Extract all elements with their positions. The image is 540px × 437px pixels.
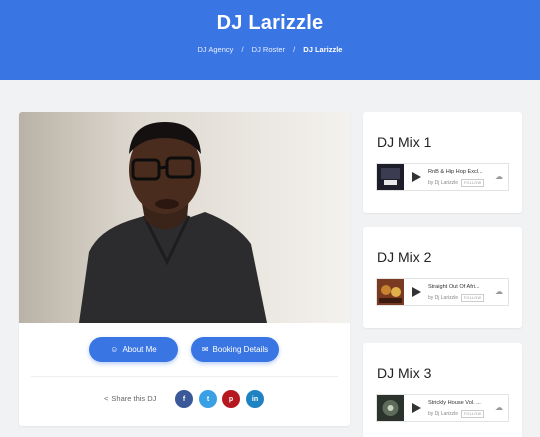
page-title: DJ Larizzle: [216, 12, 324, 34]
page-header: DJ Larizzle DJ Agency / DJ Roster / DJ L…: [0, 0, 540, 80]
soundcloud-icon[interactable]: ☁: [495, 403, 503, 412]
linkedin-icon: in: [251, 395, 259, 403]
dj-photo: [19, 112, 350, 323]
soundcloud-player[interactable]: RnB & Hip Hop Excl... by Dj Larizzle FOL…: [376, 163, 509, 191]
track-title[interactable]: Straight Out Of Afri...: [428, 284, 480, 290]
track-title[interactable]: RnB & Hip Hop Excl...: [428, 169, 483, 175]
follow-button[interactable]: FOLLOW: [461, 410, 485, 418]
track-title[interactable]: Strickly House Vol. ...: [428, 400, 481, 406]
artist-name[interactable]: by Dj Larizzle: [428, 295, 458, 301]
facebook-share-button[interactable]: f: [175, 390, 193, 408]
mix-artwork: [377, 395, 404, 421]
divider: [31, 376, 338, 377]
mix-card-3: DJ Mix 3 Strickly House Vol. ... by Dj L…: [363, 343, 522, 437]
artist-name[interactable]: by Dj Larizzle: [428, 180, 458, 186]
share-label: < Share this DJ: [104, 394, 156, 403]
about-me-label: About Me: [122, 345, 157, 354]
mix-artwork: [377, 164, 404, 190]
soundcloud-player[interactable]: Strickly House Vol. ... by Dj Larizzle F…: [376, 394, 509, 422]
breadcrumb-agency[interactable]: DJ Agency: [198, 45, 234, 54]
breadcrumb-separator: /: [241, 45, 244, 54]
twitter-share-button[interactable]: t: [199, 390, 217, 408]
booking-details-button[interactable]: ✉ Booking Details: [191, 337, 279, 362]
track-artist: by Dj Larizzle FOLLOW: [428, 294, 485, 302]
play-icon[interactable]: [412, 287, 421, 297]
follow-button[interactable]: FOLLOW: [461, 294, 485, 302]
twitter-icon: t: [206, 395, 210, 403]
share-text: Share this DJ: [111, 394, 157, 403]
soundcloud-icon[interactable]: ☁: [495, 172, 503, 181]
breadcrumb-current: DJ Larizzle: [303, 45, 343, 54]
artist-name[interactable]: by Dj Larizzle: [428, 411, 458, 417]
mix-card-1: DJ Mix 1 RnB & Hip Hop Excl... by Dj Lar…: [363, 112, 522, 213]
breadcrumb-separator: /: [293, 45, 296, 54]
play-icon[interactable]: [412, 403, 421, 413]
pinterest-icon: p: [228, 395, 234, 403]
profile-card: ☺ About Me ✉ Booking Details < Share thi…: [19, 112, 350, 426]
breadcrumb-roster[interactable]: DJ Roster: [252, 45, 285, 54]
mix-title: DJ Mix 2: [377, 249, 432, 265]
breadcrumb: DJ Agency / DJ Roster / DJ Larizzle: [0, 45, 540, 54]
pinterest-share-button[interactable]: p: [222, 390, 240, 408]
smiley-icon: ☺: [110, 345, 119, 354]
mix-title: DJ Mix 3: [377, 365, 432, 381]
mix-title: DJ Mix 1: [377, 134, 432, 150]
envelope-icon: ✉: [201, 345, 209, 354]
mix-card-2: DJ Mix 2 Straight Out Of Afri... by Dj L…: [363, 227, 522, 328]
follow-button[interactable]: FOLLOW: [461, 179, 485, 187]
track-artist: by Dj Larizzle FOLLOW: [428, 410, 485, 418]
soundcloud-player[interactable]: Straight Out Of Afri... by Dj Larizzle F…: [376, 278, 509, 306]
soundcloud-icon[interactable]: ☁: [495, 287, 503, 296]
track-artist: by Dj Larizzle FOLLOW: [428, 179, 485, 187]
share-icon: <: [104, 394, 109, 403]
linkedin-share-button[interactable]: in: [246, 390, 264, 408]
mix-artwork: [377, 279, 404, 305]
play-icon[interactable]: [412, 172, 421, 182]
booking-details-label: Booking Details: [212, 345, 269, 354]
about-me-button[interactable]: ☺ About Me: [89, 337, 178, 362]
facebook-icon: f: [182, 395, 186, 403]
